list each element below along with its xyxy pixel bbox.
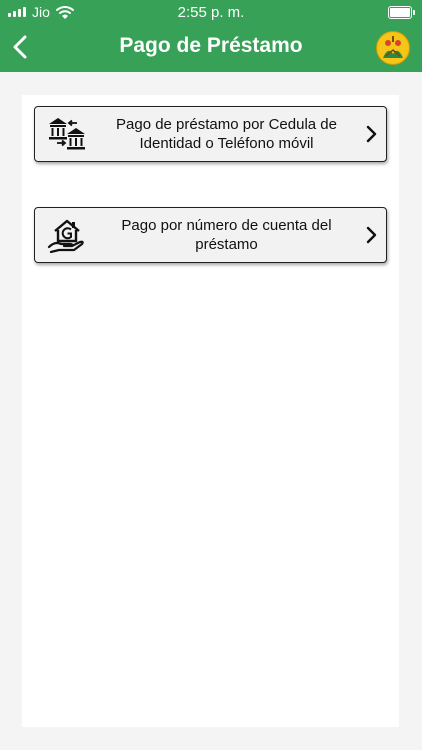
pay-by-id-or-phone-button[interactable]: Pago de préstamo por Cedula de Identidad…: [34, 106, 387, 162]
page-title: Pago de Préstamo: [119, 34, 303, 57]
hand-house-icon: [47, 219, 84, 253]
status-bar: Jio 2:55 p. m.: [0, 0, 422, 24]
app-header: Jio 2:55 p. m. Pago de Préstamo: [0, 0, 422, 72]
pay-by-loan-account-button[interactable]: Pago por número de cuenta del préstamo: [34, 207, 387, 263]
chevron-right-icon: [366, 125, 377, 143]
battery-icon: [388, 6, 415, 19]
logo-figures-icon: [378, 33, 408, 63]
content-panel: Pago de préstamo por Cedula de Identidad…: [22, 95, 399, 727]
app-logo-icon[interactable]: [376, 31, 410, 65]
chevron-right-icon: [366, 226, 377, 244]
option-label: Pago de préstamo por Cedula de Identidad…: [116, 116, 337, 152]
status-time: 2:55 p. m.: [177, 4, 245, 21]
option-label: Pago por número de cuenta del préstamo: [121, 217, 332, 253]
bank-transfer-icon: [49, 118, 85, 150]
